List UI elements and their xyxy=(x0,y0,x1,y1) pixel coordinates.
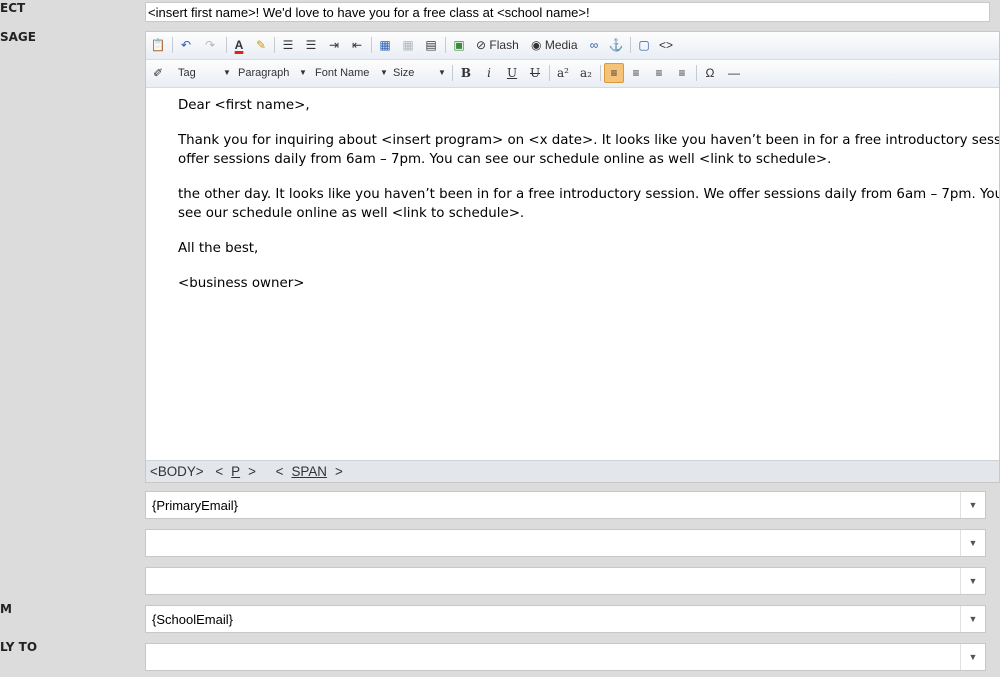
align-center-icon[interactable]: ≡ xyxy=(628,65,644,81)
reply-to-select[interactable]: ▼ xyxy=(145,643,986,671)
from-label: M xyxy=(0,602,12,616)
strikethrough-icon[interactable]: U xyxy=(527,65,543,81)
body-paragraph-2-line-2: see our schedule online as well <link to… xyxy=(178,206,525,221)
anchor-icon[interactable]: ⚓ xyxy=(608,37,624,53)
from-select[interactable]: {SchoolEmail} ▼ xyxy=(145,605,986,633)
highlight-color-icon[interactable]: ✎ xyxy=(253,37,269,53)
from-select-value: {SchoolEmail} xyxy=(152,612,233,627)
chevron-down-icon: ▼ xyxy=(223,68,231,77)
horizontal-rule-icon[interactable]: — xyxy=(726,65,742,81)
path-span-open: < xyxy=(275,464,284,479)
body-paragraph-1-line-2: offer sessions daily from 6am – 7pm. You… xyxy=(178,152,832,167)
chevron-down-icon[interactable]: ▼ xyxy=(960,530,985,556)
font-name-dropdown-label: Font Name xyxy=(315,67,370,79)
tag-dropdown[interactable]: Tag ▼ xyxy=(176,65,232,81)
chevron-down-icon[interactable]: ▼ xyxy=(960,606,985,632)
rich-text-editor: 📋 ↶ ↷ A ✎ ☰ ☰ ⇥ ⇤ ▦ ▦ ▤ ▣ ⊘ Flash ◉ Medi… xyxy=(145,31,1000,483)
bulleted-list-icon[interactable]: ☰ xyxy=(303,37,319,53)
toolbar-separator xyxy=(696,65,697,81)
toolbar-separator xyxy=(226,37,227,53)
indent-icon[interactable]: ⇥ xyxy=(326,37,342,53)
chevron-down-icon[interactable]: ▼ xyxy=(960,644,985,670)
chevron-down-icon: ▼ xyxy=(299,68,307,77)
size-dropdown-label: Size xyxy=(393,67,415,79)
body-paragraph-1-line-1: Thank you for inquiring about <insert pr… xyxy=(178,133,999,148)
chevron-down-icon[interactable]: ▼ xyxy=(960,568,985,594)
insert-media-button[interactable]: ◉ Media xyxy=(531,37,583,53)
toolbar-separator xyxy=(452,65,453,81)
hyperlink-icon[interactable]: ∞ xyxy=(586,37,602,53)
format-stripper-icon[interactable]: ✐ xyxy=(150,65,166,81)
to-select[interactable]: {PrimaryEmail} ▼ xyxy=(145,491,986,519)
media-label: Media xyxy=(544,38,578,52)
body-paragraph-2: the other day. It looks like you haven’t… xyxy=(178,185,999,223)
path-span-label: SPAN xyxy=(291,464,327,479)
toolbar-separator xyxy=(549,65,550,81)
path-p-open: < xyxy=(215,464,224,479)
media-icon: ◉ xyxy=(531,38,542,52)
font-name-dropdown[interactable]: Font Name ▼ xyxy=(313,65,389,81)
body-paragraph-2-line-1: the other day. It looks like you haven’t… xyxy=(178,187,999,202)
path-span-close: > xyxy=(334,464,343,479)
numbered-list-icon[interactable]: ☰ xyxy=(280,37,296,53)
subject-label: ECT xyxy=(0,1,26,15)
message-label: SAGE xyxy=(0,30,36,44)
editor-toolbar-top: 📋 ↶ ↷ A ✎ ☰ ☰ ⇥ ⇤ ▦ ▦ ▤ ▣ ⊘ Flash ◉ Medi… xyxy=(146,32,999,60)
closing-paragraph: All the best, xyxy=(178,241,259,256)
flash-icon: ⊘ xyxy=(476,38,487,52)
paragraph-dropdown-label: Paragraph xyxy=(238,67,290,79)
insert-box-icon[interactable]: ▢ xyxy=(636,37,652,53)
cc-select[interactable]: ▼ xyxy=(145,529,986,557)
underline-icon[interactable]: U xyxy=(504,65,520,81)
path-p-label: P xyxy=(231,464,241,479)
align-right-icon[interactable]: ≡ xyxy=(651,65,667,81)
table-properties-icon[interactable]: ▦ xyxy=(400,37,416,53)
tag-dropdown-label: Tag xyxy=(178,67,196,79)
path-span[interactable]: < SPAN > xyxy=(276,464,351,479)
font-color-icon[interactable]: A xyxy=(231,37,247,53)
signature-paragraph: <business owner> xyxy=(178,276,305,291)
chevron-down-icon: ▼ xyxy=(438,68,446,77)
element-path-bar: <BODY> < P > < SPAN > xyxy=(146,460,999,482)
outdent-icon[interactable]: ⇤ xyxy=(349,37,365,53)
flash-label: Flash xyxy=(489,38,519,52)
bcc-select[interactable]: ▼ xyxy=(145,567,986,595)
insert-table-icon[interactable]: ▦ xyxy=(377,37,393,53)
toolbar-separator xyxy=(371,37,372,53)
redo-icon[interactable]: ↷ xyxy=(202,37,218,53)
path-p[interactable]: < P > xyxy=(215,464,264,479)
special-character-icon[interactable]: Ω xyxy=(702,65,718,81)
path-p-close: > xyxy=(248,464,256,479)
path-body[interactable]: <BODY> xyxy=(150,464,204,479)
bold-icon[interactable]: B xyxy=(458,65,474,81)
body-paragraph-1: Thank you for inquiring about <insert pr… xyxy=(178,131,999,169)
paragraph-dropdown[interactable]: Paragraph ▼ xyxy=(236,65,308,81)
editor-content[interactable]: Dear <first name>, Thank you for inquiri… xyxy=(146,88,999,460)
editor-toolbar-bottom: ✐ Tag ▼ Paragraph ▼ Font Name ▼ Size ▼ B i U… xyxy=(146,60,999,88)
toolbar-separator xyxy=(274,37,275,53)
toolbar-separator xyxy=(445,37,446,53)
chevron-down-icon[interactable]: ▼ xyxy=(960,492,985,518)
toolbar-separator xyxy=(600,65,601,81)
reply-to-label: LY TO xyxy=(0,640,38,654)
superscript-icon[interactable]: a² xyxy=(555,65,571,81)
size-dropdown[interactable]: Size ▼ xyxy=(391,65,447,81)
insert-flash-button[interactable]: ⊘ Flash xyxy=(476,37,524,53)
html-source-toggle[interactable]: <> xyxy=(658,37,674,53)
undo-icon[interactable]: ↶ xyxy=(178,37,194,53)
paste-icon[interactable]: 📋 xyxy=(150,37,166,53)
to-select-value: {PrimaryEmail} xyxy=(152,498,238,513)
toolbar-separator xyxy=(172,37,173,53)
toolbar-separator xyxy=(630,37,631,53)
subject-input[interactable]: <insert first name>! We'd love to have y… xyxy=(145,2,990,22)
align-justify-icon[interactable]: ≡ xyxy=(674,65,690,81)
chevron-down-icon: ▼ xyxy=(380,68,388,77)
align-left-icon[interactable]: ≡ xyxy=(604,63,624,83)
insert-image-icon[interactable]: ▣ xyxy=(451,37,467,53)
greeting-paragraph: Dear <first name>, xyxy=(178,98,310,113)
form-element-icon[interactable]: ▤ xyxy=(423,37,439,53)
subscript-icon[interactable]: a₂ xyxy=(578,65,594,81)
italic-icon[interactable]: i xyxy=(481,65,497,81)
